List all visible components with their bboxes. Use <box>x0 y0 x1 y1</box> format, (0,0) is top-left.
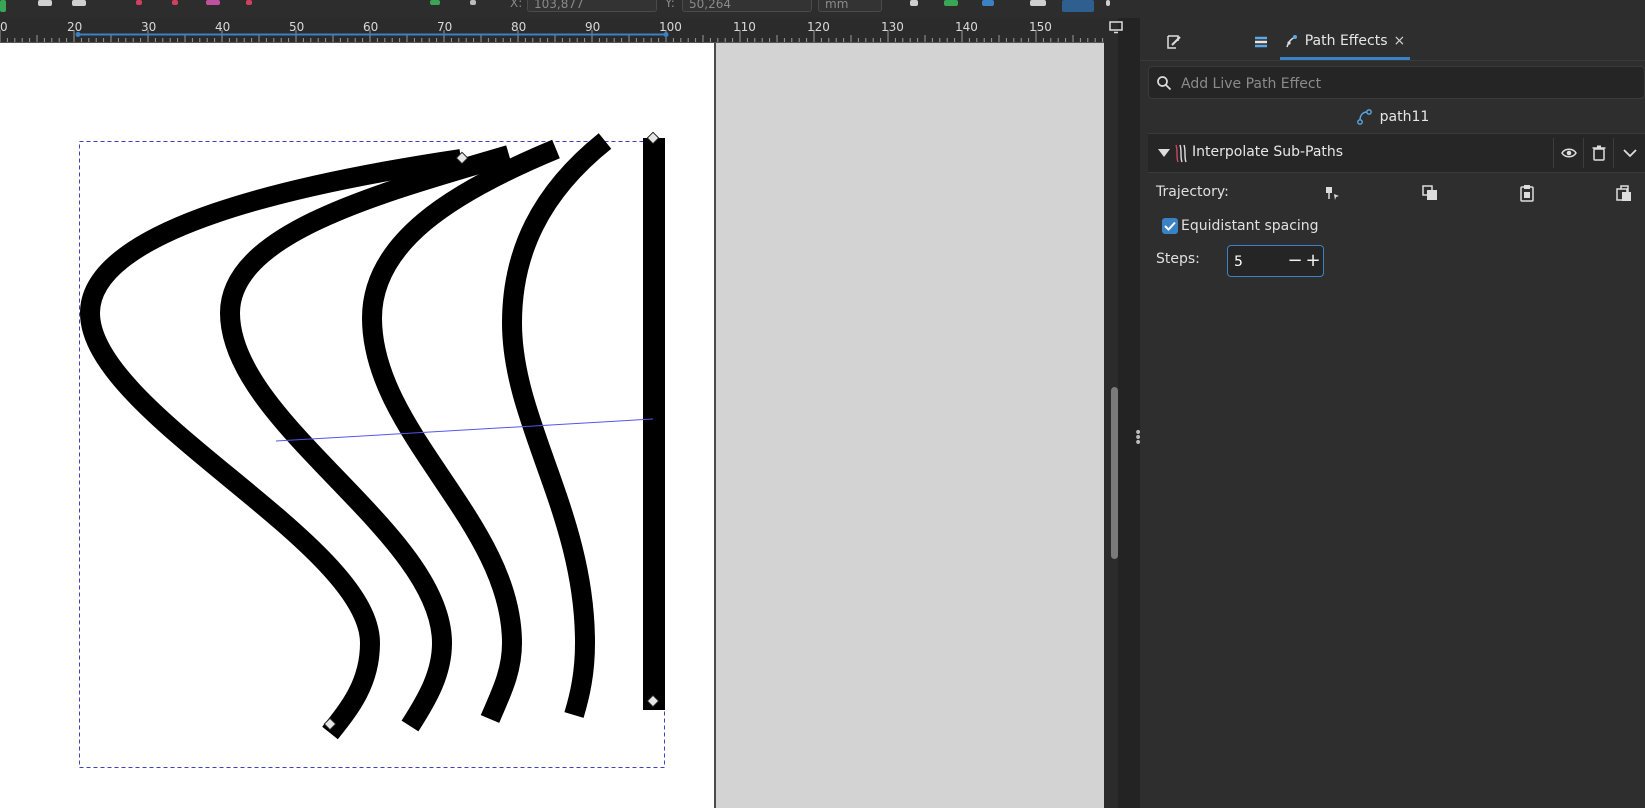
ruler-label: 40 <box>215 20 230 34</box>
node-icon[interactable] <box>206 0 220 5</box>
ruler-labels: 0 20 30 40 50 60 70 80 90 100 110 120 13… <box>0 20 1052 34</box>
ruler-label: 90 <box>585 20 600 34</box>
steps-increment-button[interactable]: + <box>1304 246 1322 276</box>
scrollbar-thumb[interactable] <box>1111 387 1118 559</box>
target-path[interactable] <box>643 138 665 710</box>
toggle-icon[interactable] <box>1030 0 1046 6</box>
display-mode-icon[interactable] <box>1109 21 1123 34</box>
node-icon[interactable] <box>136 0 142 5</box>
ruler-label: 140 <box>955 20 978 34</box>
expand-triangle-icon[interactable] <box>1158 148 1170 158</box>
effect-menu-button[interactable] <box>1613 138 1645 168</box>
steps-input[interactable] <box>1232 246 1286 278</box>
ruler-label: 50 <box>289 20 304 34</box>
current-path-row: path11 <box>1140 104 1645 130</box>
equidistant-label[interactable]: Equidistant spacing <box>1181 218 1319 234</box>
x-field[interactable]: 103,877 <box>527 0 657 12</box>
canvas-area[interactable] <box>0 43 1104 808</box>
steps-label: Steps: <box>1156 251 1200 267</box>
steps-decrement-button[interactable]: − <box>1286 246 1304 276</box>
add-effect-search[interactable] <box>1148 66 1645 100</box>
distribute-icon[interactable] <box>72 0 86 6</box>
ruler-label: 60 <box>363 20 378 34</box>
ruler-label: 110 <box>733 20 756 34</box>
segment-icon[interactable] <box>430 0 440 5</box>
trajectory-label: Trajectory: <box>1156 184 1229 200</box>
tab-fill-stroke[interactable] <box>1140 24 1208 60</box>
dock-tabbar: Path Effects × <box>1140 24 1645 61</box>
steps-spinbox[interactable]: − + <box>1227 245 1324 278</box>
search-icon <box>1157 76 1172 91</box>
path-name: path11 <box>1379 109 1430 125</box>
ruler-label: 100 <box>659 20 682 34</box>
effect-header[interactable]: Interpolate Sub-Paths <box>1148 133 1645 173</box>
dock-splitter[interactable] <box>1118 18 1140 808</box>
path-effect-icon[interactable] <box>982 0 994 6</box>
node-icon[interactable] <box>172 0 178 5</box>
segment-icon[interactable] <box>470 0 476 5</box>
trash-icon <box>1592 145 1606 161</box>
y-field[interactable]: 50,264 <box>682 0 812 12</box>
tab-path-effects[interactable]: Path Effects × <box>1280 24 1410 60</box>
tab-close-icon[interactable]: × <box>1394 33 1406 49</box>
tool-controls-bar: X: 103,877 Y: 50,264 mm <box>0 0 1645 18</box>
tab-path-effects-label: Path Effects <box>1304 32 1388 49</box>
tool-icon[interactable] <box>0 0 6 12</box>
effect-title: Interpolate Sub-Paths <box>1192 144 1344 160</box>
copy-path-icon[interactable] <box>1421 184 1439 202</box>
ruler-label: 120 <box>807 20 830 34</box>
path-icon <box>1356 109 1372 125</box>
ruler-label: 70 <box>437 20 452 34</box>
layers-icon <box>1255 36 1267 48</box>
trajectory-line[interactable] <box>275 418 654 442</box>
toggle-visibility-button[interactable] <box>1553 138 1584 168</box>
add-effect-input[interactable] <box>1179 67 1643 100</box>
node-icon[interactable] <box>246 0 252 5</box>
y-label: Y: <box>665 0 675 10</box>
toggle-icon[interactable] <box>1106 0 1110 6</box>
toggle-icon[interactable] <box>1062 0 1094 12</box>
delete-effect-button[interactable] <box>1583 138 1614 168</box>
path-effect-icon[interactable] <box>910 0 918 6</box>
interpolated-path[interactable] <box>501 133 612 718</box>
ruler-ticks <box>0 30 1104 42</box>
path-effect-icon[interactable] <box>944 0 958 6</box>
ruler-label: 30 <box>141 20 156 34</box>
ruler-label: 20 <box>67 20 82 34</box>
ruler-label: 150 <box>1029 20 1052 34</box>
ruler-label: 80 <box>511 20 526 34</box>
x-label: X: <box>510 0 523 10</box>
checkmark-icon <box>1164 221 1176 231</box>
dock-panel: Path Effects × path11 Interpolate Sub-Pa… <box>1140 18 1645 808</box>
align-icon[interactable] <box>38 0 52 6</box>
horizontal-ruler[interactable]: 0 20 30 40 50 60 70 80 90 100 110 120 13… <box>0 18 1104 43</box>
chevron-down-icon <box>1623 149 1637 158</box>
equidistant-checkbox[interactable] <box>1162 218 1178 234</box>
units-select[interactable]: mm <box>818 0 882 12</box>
paste-path-icon[interactable] <box>1518 184 1536 202</box>
interpolate-subpaths-icon <box>1175 144 1187 163</box>
ruler-label: 0 <box>0 20 8 34</box>
path-effects-icon <box>1286 34 1297 47</box>
ruler-label: 130 <box>881 20 904 34</box>
link-path-icon[interactable] <box>1615 184 1633 202</box>
fill-stroke-icon <box>1167 35 1181 49</box>
eye-icon <box>1561 148 1577 158</box>
drawing-canvas[interactable] <box>0 43 1104 808</box>
edit-on-canvas-icon[interactable] <box>1324 184 1342 202</box>
